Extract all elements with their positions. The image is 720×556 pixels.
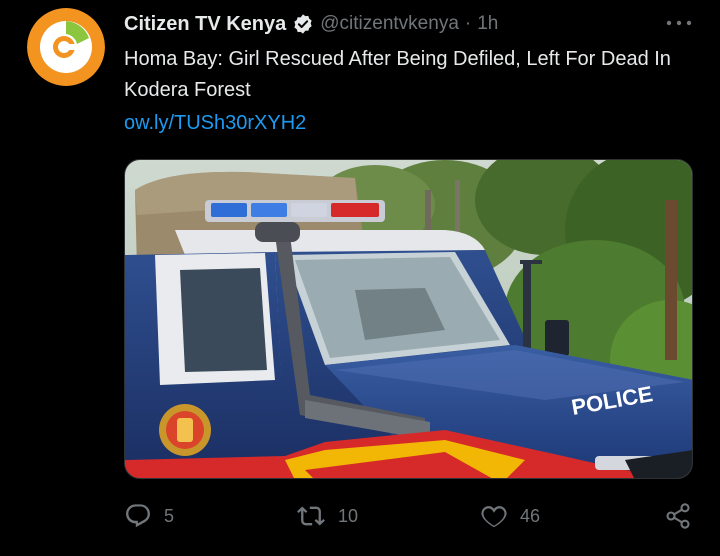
reply-icon [124,502,152,530]
retweet-count: 10 [338,505,359,526]
share-icon [664,502,692,530]
tweet-card[interactable]: Citizen TV Kenya @citizentvkenya · 1h Ho… [0,0,720,556]
reply-button[interactable]: 5 [124,498,174,534]
author-handle[interactable]: @citizentvkenya [320,13,459,35]
reply-count: 5 [164,505,175,526]
tweet-actions: 5 10 46 [124,498,704,534]
more-options-icon[interactable] [662,12,696,34]
retweet-icon [296,502,326,530]
author-avatar[interactable] [27,8,105,86]
verified-badge-icon [292,13,314,35]
separator-dot: · [464,13,472,34]
tweet-text: Homa Bay: Girl Rescued After Being Defil… [124,48,671,101]
retweet-button[interactable]: 10 [296,498,358,534]
author-display-name[interactable]: Citizen TV Kenya [124,13,286,36]
like-button[interactable]: 46 [480,498,540,534]
tweet-timestamp[interactable]: 1h [477,13,498,35]
tweet-header: Citizen TV Kenya @citizentvkenya · 1h [124,10,498,38]
like-count: 46 [520,505,541,526]
tweet-image[interactable]: POLICE [124,159,693,479]
share-button[interactable] [664,498,692,534]
heart-icon [480,502,508,530]
citizen-tv-logo [27,8,105,86]
tweet-link[interactable]: ow.ly/TUSh30rXYH2 [124,109,306,137]
